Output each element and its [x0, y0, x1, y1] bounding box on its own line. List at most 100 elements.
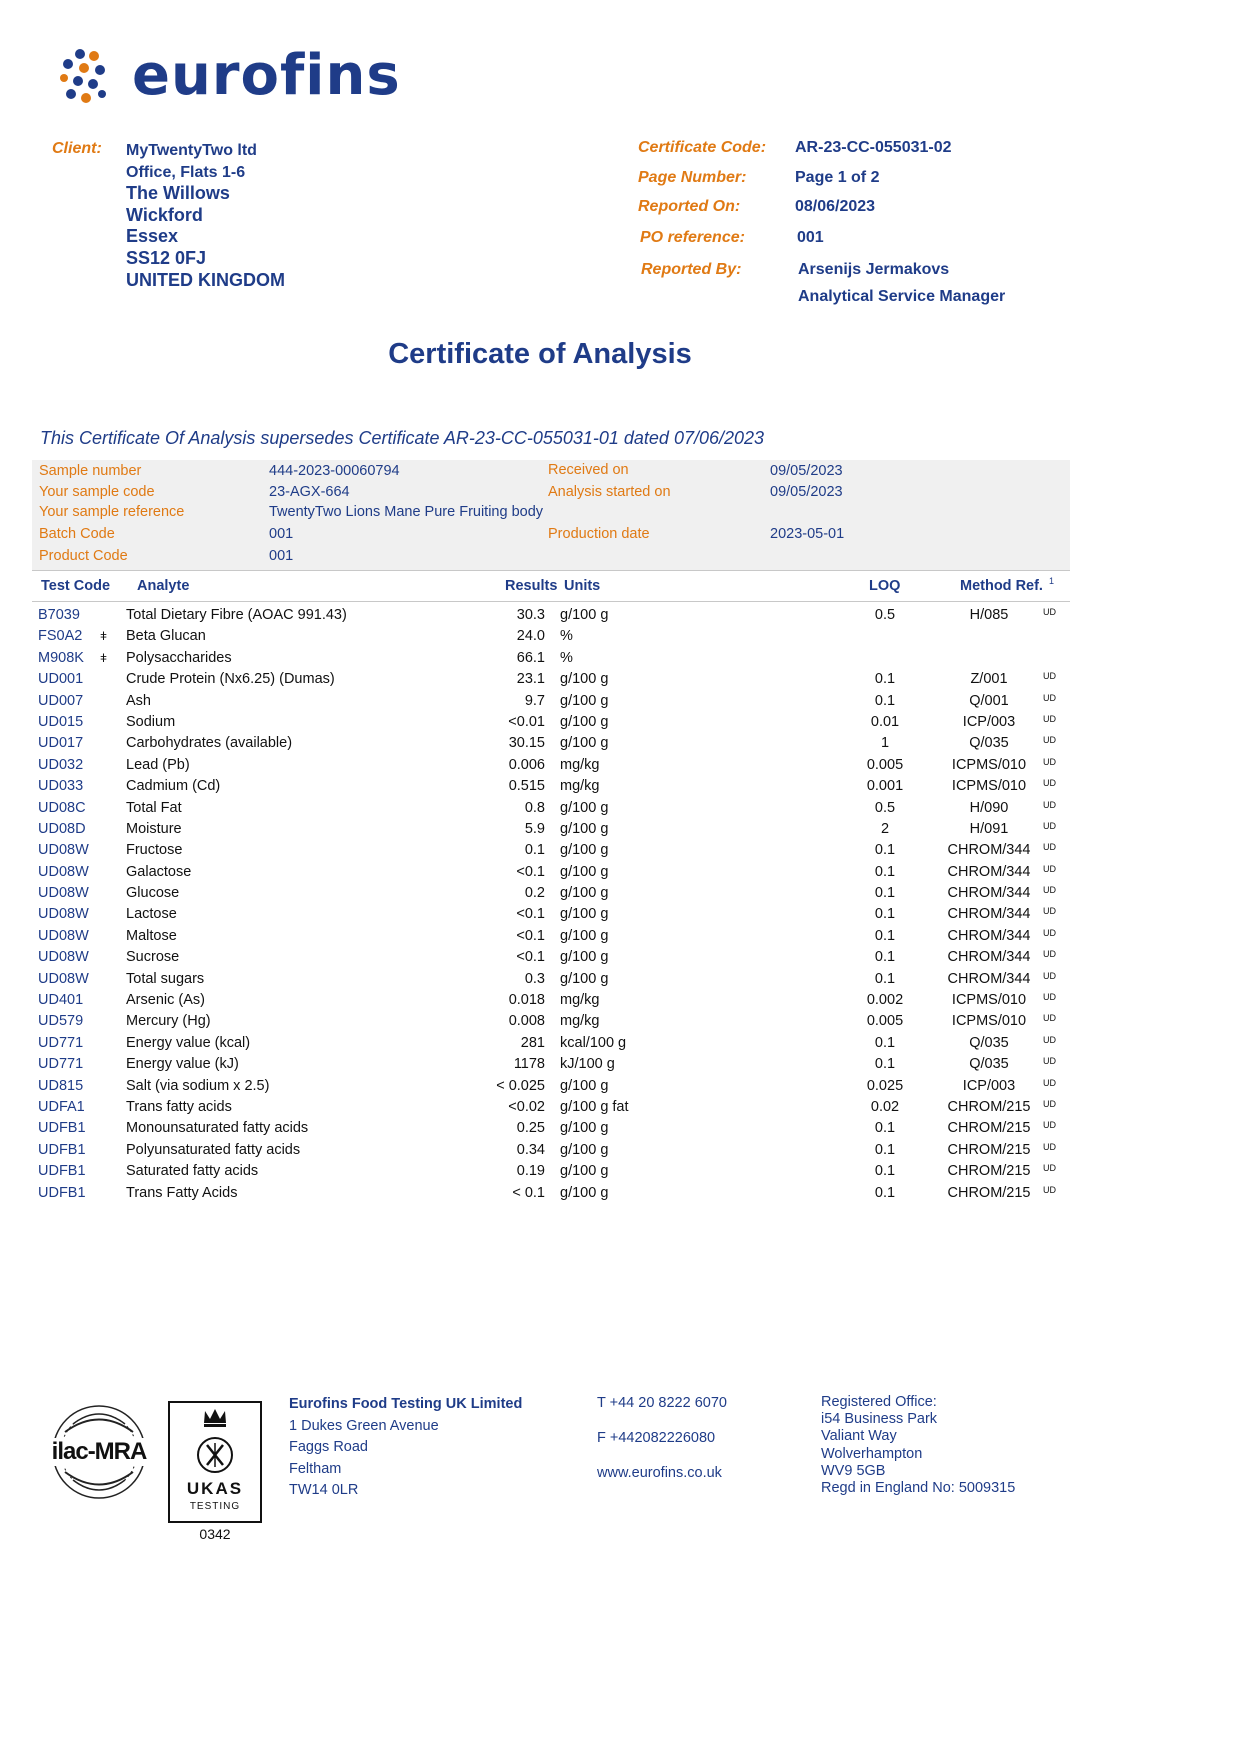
reported-by-name: Arsenijs Jermakovs — [798, 261, 950, 278]
header-method: Method Ref. — [960, 578, 1043, 594]
unit: g/100 g — [560, 713, 609, 730]
loq: 0.1 — [874, 863, 896, 880]
analyte: Total Dietary Fibre (AOAC 991.43) — [126, 607, 347, 623]
table-row: UD08W Lactose <0.1 g/100 g 0.1 CHROM/344 UD — [0, 904, 1100, 925]
method-ref: Z/001 — [970, 671, 1008, 688]
reported-by-role: Analytical Service Manager — [798, 288, 1006, 305]
your-sample-reference-label: Your sample reference — [39, 504, 185, 520]
table-row: UD579 Mercury (Hg) 0.008 mg/kg 0.005 ICPMS/01… — [0, 1011, 1100, 1032]
unit: g/100 g — [560, 735, 609, 752]
analyte: Ash — [126, 692, 151, 709]
table-row: UDFB1 Polyunsaturated fatty acids 0.34 g/10… — [0, 1140, 1100, 1161]
result: 0.1 — [524, 842, 545, 859]
result: < 0.025 — [496, 1077, 545, 1094]
test-code: UDFB1 — [38, 1163, 86, 1180]
unit: g/100 g — [560, 692, 609, 709]
test-code: UDFB1 — [38, 1141, 86, 1158]
loq: 0.025 — [866, 1077, 904, 1094]
result: 23.1 — [516, 671, 545, 688]
loq: 0.1 — [874, 1056, 896, 1073]
loq: 0.001 — [866, 778, 904, 795]
method-ref: ICPMS/010 — [951, 992, 1027, 1009]
test-code: UD08C — [38, 799, 86, 816]
loq: 0.1 — [874, 1163, 896, 1180]
result: 24.0 — [516, 628, 545, 645]
loq: 1 — [880, 735, 890, 752]
batch-code-label: Batch Code — [39, 526, 115, 542]
accreditation-mark: ǂ — [100, 629, 108, 644]
ilac-mra-logo: ilac-MRA — [40, 1402, 158, 1502]
result: <0.1 — [516, 906, 545, 923]
header-divider — [32, 601, 1070, 602]
analyte: Trans fatty acids — [126, 1098, 232, 1115]
analyte: Beta Glucan — [126, 628, 206, 645]
table-row: UDFB1 Monounsaturated fatty acids 0.25 g/10… — [0, 1118, 1100, 1139]
loq: 0.1 — [874, 949, 896, 966]
unit: g/100 g — [560, 970, 609, 987]
supersedes-note: This Certificate Of Analysis supersedes … — [40, 428, 765, 448]
result: 0.25 — [516, 1120, 545, 1137]
method-ref: Q/001 — [969, 692, 1009, 709]
client-label: Client: — [52, 140, 102, 157]
method-ref: ICP/003 — [962, 1077, 1016, 1094]
result: 30.15 — [508, 735, 545, 752]
unit: mg/kg — [560, 778, 600, 795]
table-row: UD017 Carbohydrates (available) 30.15 g/100… — [0, 733, 1100, 754]
unit: g/100 g — [560, 949, 609, 966]
loq: 0.02 — [870, 1098, 900, 1115]
reported-by-label: Reported By: — [641, 261, 742, 278]
table-row: UD001 Crude Protein (Nx6.25) (Dumas) 23.1 g… — [0, 669, 1100, 690]
ud-flag: UD — [1043, 778, 1056, 789]
test-code: UDFB1 — [38, 1120, 86, 1137]
ud-flag: UD — [1043, 1056, 1056, 1067]
table-row: UD007 Ash 9.7 g/100 g 0.1 Q/001 UD — [0, 691, 1100, 712]
registered-line: Registered Office: — [821, 1394, 937, 1410]
ud-flag: UD — [1043, 1141, 1056, 1152]
ud-flag: UD — [1043, 949, 1056, 960]
registered-office: Registered Office: i54 Business Park Val… — [821, 1394, 1015, 1497]
analyte: Crude Protein (Nx6.25) (Dumas) — [126, 671, 335, 688]
result: 0.008 — [508, 1013, 545, 1030]
ud-flag: UD — [1043, 713, 1056, 724]
result: <0.1 — [516, 949, 545, 966]
unit: g/100 g — [560, 671, 609, 688]
your-sample-code: 23-AGX-664 — [269, 484, 350, 500]
website-link[interactable]: www.eurofins.co.uk — [597, 1463, 722, 1485]
certificate-code: AR-23-CC-055031-02 — [795, 139, 952, 156]
result: < 0.1 — [512, 1184, 545, 1201]
result: 0.2 — [524, 885, 545, 902]
header-method-superscript: 1 — [1049, 576, 1055, 586]
analyte: Moisture — [126, 820, 182, 837]
result: 0.3 — [524, 970, 545, 987]
ukas-testing-text: TESTING — [189, 1501, 241, 1512]
method-ref: CHROM/344 — [947, 906, 1031, 923]
table-row: FS0A2 ǂ Beta Glucan 24.0% — [0, 626, 1100, 647]
company-name: Eurofins Food Testing UK Limited — [289, 1396, 523, 1412]
method-ref: CHROM/344 — [947, 842, 1031, 859]
unit: g/100 g — [560, 863, 609, 880]
header-results: Results — [505, 578, 558, 594]
test-code: UD08W — [38, 927, 89, 944]
unit: g/100 g — [560, 820, 609, 837]
unit: % — [560, 628, 573, 645]
test-code: UD08W — [38, 863, 89, 880]
reported-on-label: Reported On: — [638, 198, 741, 215]
analyte: Trans Fatty Acids — [126, 1184, 238, 1201]
result: 1178 — [513, 1056, 545, 1073]
analyte: Polyunsaturated fatty acids — [126, 1141, 301, 1158]
ud-flag: UD — [1043, 1120, 1056, 1131]
your-sample-reference: TwentyTwo Lions Mane Pure Fruiting body — [269, 504, 544, 520]
unit: g/100 g — [560, 906, 609, 923]
ud-flag: UD — [1043, 756, 1056, 767]
header-loq: LOQ — [869, 578, 901, 594]
test-code: UD08W — [38, 949, 89, 966]
sample-number-label: Sample number — [39, 463, 142, 479]
po-reference: 001 — [797, 229, 824, 246]
page-number-label: Page Number: — [638, 169, 747, 186]
result: 0.018 — [508, 992, 545, 1009]
result: 0.515 — [508, 778, 545, 795]
result: <0.1 — [516, 863, 545, 880]
client-line: Essex — [126, 226, 179, 247]
unit: g/100 g — [560, 1077, 609, 1094]
product-code: 001 — [269, 548, 294, 564]
